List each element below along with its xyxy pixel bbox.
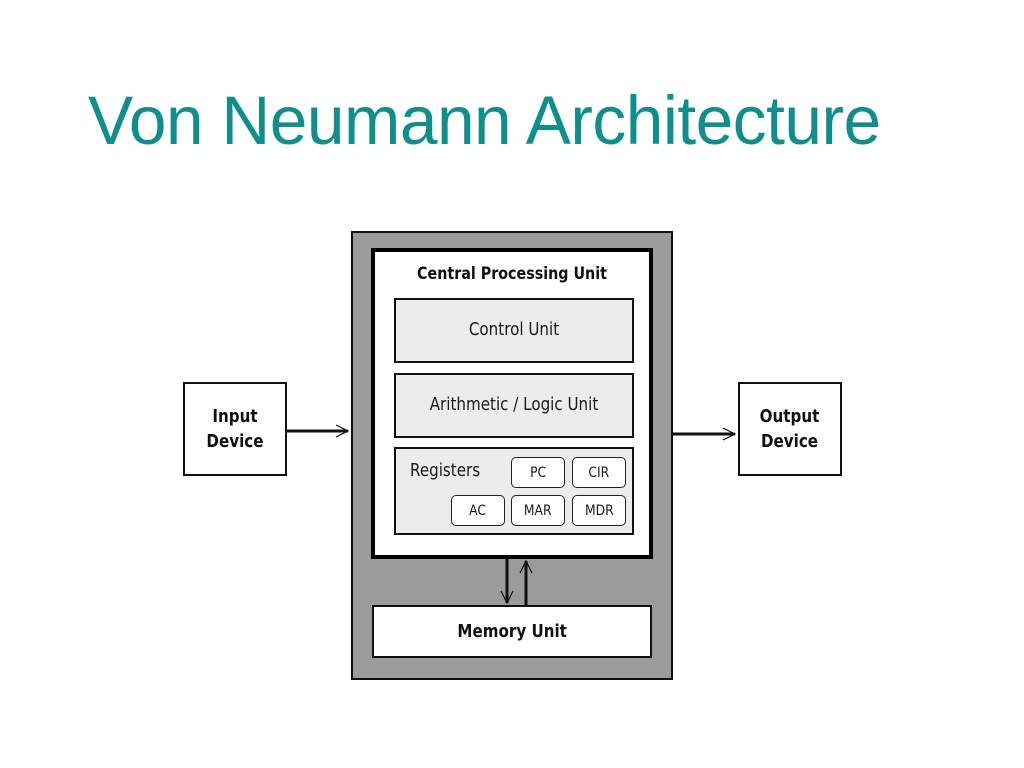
- arrow-cpu-to-output: [673, 427, 737, 441]
- arrow-memory-to-cpu: [519, 559, 533, 605]
- arrow-input-to-cpu: [287, 424, 350, 438]
- arrow-cpu-to-memory: [500, 559, 514, 605]
- connection-arrows: [287, 424, 737, 605]
